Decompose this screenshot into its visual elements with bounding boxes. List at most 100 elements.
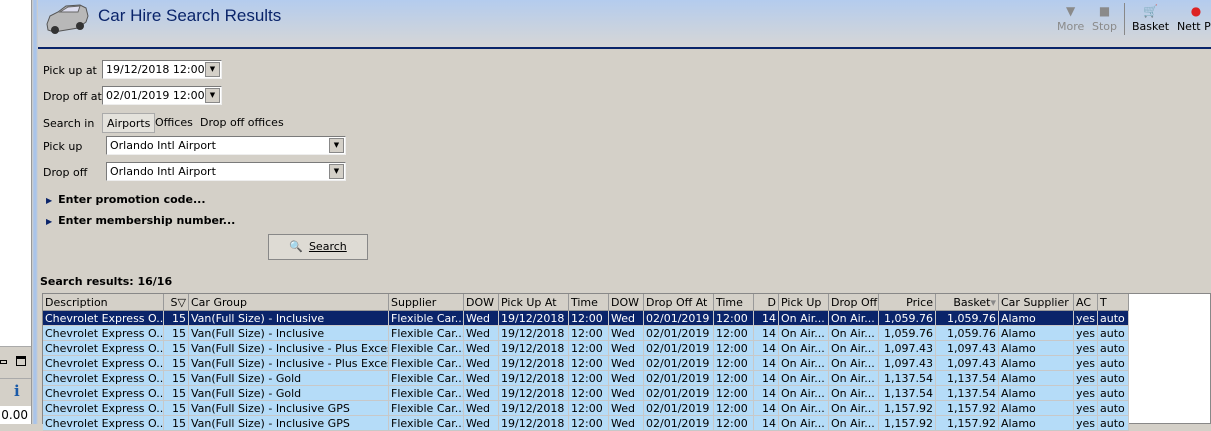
fruit-icon: ● [1190,4,1202,18]
table-cell: Chevrolet Express O... [43,401,164,416]
table-cell: 02/01/2019 [644,356,714,371]
table-cell: 19/12/2018 [499,326,569,341]
table-cell: auto [1098,356,1129,371]
table-cell: 12:00 [714,341,754,356]
table-cell: On Air... [829,371,879,386]
table-cell: Wed [609,341,644,356]
table-cell: Van(Full Size) - Inclusive GPS [189,401,389,416]
table-cell: Wed [464,401,499,416]
table-cell: 1,097.43 [879,356,936,371]
table-cell: 02/01/2019 [644,326,714,341]
membership-number-expander[interactable]: ▶ Enter membership number... [46,214,235,227]
caret-right-icon: ▶ [46,217,53,226]
table-cell: auto [1098,401,1129,416]
table-cell: Van(Full Size) - Inclusive [189,326,389,341]
table-cell: 02/01/2019 [644,311,714,326]
table-cell: 1,157.92 [936,401,999,416]
column-header[interactable]: Description [43,294,164,311]
search-in-label: Search in [43,117,95,130]
table-cell: Alamo [999,356,1074,371]
column-header[interactable]: Price [879,294,936,311]
table-cell: Wed [464,386,499,401]
dropoff-at-field[interactable]: 02/01/2019 12:00 ▼ [102,86,222,105]
table-cell: Van(Full Size) - Inclusive - Plus Excess… [189,341,389,356]
table-cell: yes [1074,311,1098,326]
table-cell: Alamo [999,311,1074,326]
chevron-down-icon[interactable]: ▼ [205,88,220,103]
chevron-down-icon[interactable]: ▼ [205,62,220,77]
table-cell: 1,097.43 [936,356,999,371]
nett-price-button[interactable]: ●Nett Pr [1176,4,1211,33]
info-icon[interactable]: i [14,382,20,400]
table-cell: Chevrolet Express O... [43,341,164,356]
table-cell: yes [1074,401,1098,416]
table-cell: 12:00 [569,311,609,326]
table-cell: 02/01/2019 [644,401,714,416]
table-cell: 02/01/2019 [644,386,714,401]
maximize-icon[interactable] [16,356,26,366]
column-header[interactable]: S▽ [164,294,189,311]
dropoff-location-select[interactable]: Orlando Intl Airport ▼ [106,162,346,181]
column-header[interactable]: Car Group [189,294,389,311]
table-cell: Wed [609,356,644,371]
column-header[interactable]: DOW [609,294,644,311]
table-cell: 1,097.43 [879,341,936,356]
table-cell: Chevrolet Express O... [43,386,164,401]
table-cell: 14 [754,326,779,341]
pickup-location-select[interactable]: Orlando Intl Airport ▼ [106,136,346,155]
column-header[interactable]: Drop Off At [644,294,714,311]
table-cell: 14 [754,356,779,371]
column-header[interactable]: Pick Up [779,294,829,311]
table-cell: 1,059.76 [936,311,999,326]
table-cell: Flexible Car... [389,386,464,401]
table-cell: On Air... [779,311,829,326]
column-header[interactable]: Pick Up At [499,294,569,311]
table-cell: 12:00 [714,371,754,386]
table-cell: yes [1074,356,1098,371]
chevron-down-icon[interactable]: ▼ [329,164,344,179]
table-cell: Alamo [999,326,1074,341]
filter-icon[interactable]: ▽ [178,296,186,309]
column-header[interactable]: D [754,294,779,311]
table-cell: Chevrolet Express O... [43,356,164,371]
search-results-count: Search results: 16/16 [40,275,173,288]
column-header[interactable]: T [1098,294,1129,311]
table-cell: 15 [164,311,189,326]
column-header[interactable]: Time [714,294,754,311]
stop-button[interactable]: ■ Stop [1092,4,1117,33]
minimize-icon[interactable] [0,360,7,364]
splitter[interactable] [32,0,38,424]
column-header[interactable]: Car Supplier [999,294,1074,311]
left-pane-titlebar [0,352,31,374]
basket-button[interactable]: 🛒 Basket [1132,4,1169,33]
table-cell: On Air... [829,386,879,401]
promotion-code-expander[interactable]: ▶ Enter promotion code... [46,193,206,206]
tab-drop-off-offices[interactable]: Drop off offices [196,113,288,133]
chevron-down-icon[interactable]: ▼ [329,138,344,153]
table-cell: 1,059.76 [879,326,936,341]
more-button[interactable]: ▼ More [1057,4,1084,33]
column-header[interactable]: Supplier [389,294,464,311]
table-cell: On Air... [829,401,879,416]
table-cell: 12:00 [569,386,609,401]
table-cell: 1,137.54 [936,371,999,386]
pickup-at-field[interactable]: 19/12/2018 12:00 ▼ [102,60,222,79]
column-header[interactable]: Time [569,294,609,311]
table-cell: 19/12/2018 [499,371,569,386]
table-cell: 1,157.92 [879,401,936,416]
table-cell: 12:00 [714,401,754,416]
column-header[interactable]: DOW [464,294,499,311]
tab-airports[interactable]: Airports [102,113,156,133]
column-header[interactable]: AC [1074,294,1098,311]
table-cell: Wed [464,356,499,371]
search-button[interactable]: 🔍 Search [268,234,368,260]
column-header[interactable]: Drop Off [829,294,879,311]
table-cell: On Air... [779,356,829,371]
table-cell: Alamo [999,386,1074,401]
window-title: Car Hire Search Results [98,6,282,25]
dropoff-at-label: Drop off at [43,90,102,103]
window-header: Car Hire Search Results ▼ More ■ Stop 🛒 Bas… [38,0,1211,49]
tab-offices[interactable]: Offices [151,113,197,133]
column-header[interactable]: Basket▾ [936,294,999,311]
table-cell: 1,137.54 [879,371,936,386]
